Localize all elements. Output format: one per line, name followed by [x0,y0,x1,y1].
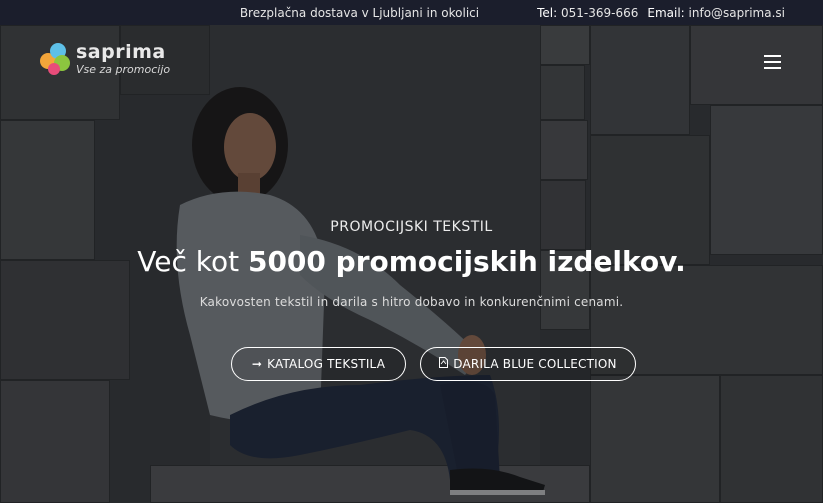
phone-contact[interactable]: Tel: 051-369-666 [537,6,638,20]
arrow-right-icon: ➞ [251,357,263,371]
logo-mark-icon [40,43,72,75]
logo-name: saprima [76,41,166,63]
hero-headline: Več kot 5000 promocijskih izdelkov. [0,245,823,278]
phone-number[interactable]: 051-369-666 [561,6,638,20]
headline-bold: 5000 promocijskih izdelkov. [247,245,686,278]
top-info-bar: Brezplačna dostava v Ljubljani in okolic… [0,0,823,25]
email-address[interactable]: info@saprima.si [689,6,785,20]
catalog-textile-button[interactable]: ➞ KATALOG TEKSTILA [231,347,406,381]
email-contact[interactable]: Email: info@saprima.si [647,6,785,20]
blue-collection-button[interactable]: DARILA BLUE COLLECTION [420,347,636,381]
phone-label: Tel: [537,5,558,20]
hero-subtitle: Kakovosten tekstil in darila s hitro dob… [199,295,624,309]
catalog-textile-label: KATALOG TEKSTILA [267,357,386,371]
headline-light: Več kot [137,245,248,278]
logo-tagline: Vse za promocijo [76,63,171,76]
pdf-file-icon [439,357,449,371]
email-label: Email: [647,5,685,20]
hamburger-menu-icon[interactable] [764,55,781,69]
hero-eyebrow: PROMOCIJSKI TEKSTIL [330,219,493,235]
blue-collection-label: DARILA BLUE COLLECTION [453,357,617,371]
saprima-logo[interactable]: saprima Vse za promocijo [40,43,170,75]
delivery-notice: Brezplačna dostava v Ljubljani in okolic… [239,5,480,20]
hero-section: saprima Vse za promocijo PROMOCIJSKI TEK… [0,25,823,503]
